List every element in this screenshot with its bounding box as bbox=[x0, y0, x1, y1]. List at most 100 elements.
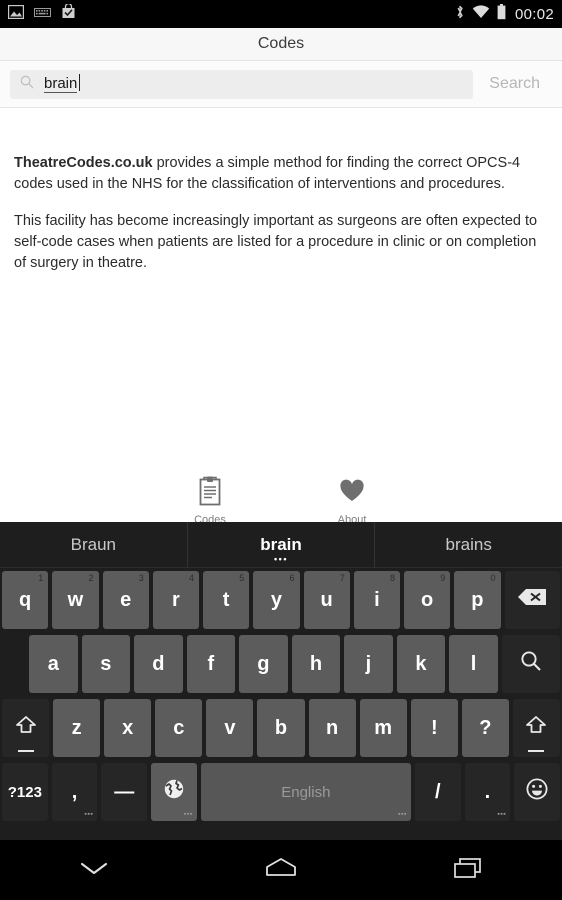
key-q[interactable]: 1q bbox=[2, 571, 49, 629]
key-t[interactable]: 5t bbox=[203, 571, 250, 629]
key-c[interactable]: c bbox=[155, 699, 203, 757]
key-m[interactable]: m bbox=[359, 699, 407, 757]
tab-about[interactable]: About bbox=[320, 476, 384, 526]
key-p[interactable]: 0p bbox=[454, 571, 501, 629]
key-q-label: q bbox=[19, 588, 32, 611]
period-key-label: . bbox=[484, 780, 491, 803]
key-i[interactable]: 8i bbox=[353, 571, 400, 629]
key-b-label: b bbox=[274, 716, 288, 739]
key-j[interactable]: j bbox=[344, 635, 393, 693]
key-v-label: v bbox=[224, 716, 236, 739]
heart-icon bbox=[339, 476, 365, 511]
key-l[interactable]: l bbox=[449, 635, 498, 693]
phone-screen: 00:02 Codes brain Search TheatreCodes.co… bbox=[0, 0, 562, 900]
key-r[interactable]: 4r bbox=[152, 571, 199, 629]
key-x[interactable]: x bbox=[104, 699, 152, 757]
period-key[interactable]: . ▪▪▪ bbox=[464, 763, 511, 821]
suggestion-1-text: brain bbox=[260, 534, 302, 554]
key-i-hint: 8 bbox=[389, 573, 395, 583]
key-e[interactable]: 3e bbox=[102, 571, 149, 629]
tab-codes[interactable]: Codes bbox=[178, 476, 242, 526]
suggestion-expand-dots: ••• bbox=[274, 553, 288, 564]
key-y-label: y bbox=[270, 588, 282, 611]
period-key-subdots: ▪▪▪ bbox=[497, 811, 507, 818]
shift-icon bbox=[525, 715, 547, 741]
keyboard-row-3: z x c v b n m ! ? bbox=[0, 696, 562, 760]
comma-key-subdots: ▪▪▪ bbox=[84, 811, 94, 818]
key-g[interactable]: g bbox=[239, 635, 288, 693]
dash-key[interactable]: — bbox=[101, 763, 148, 821]
hide-keyboard-button[interactable] bbox=[59, 850, 129, 890]
dash-key-label: — bbox=[114, 780, 135, 803]
key-exclamation[interactable]: ! bbox=[410, 699, 458, 757]
shift-key-right[interactable] bbox=[512, 699, 561, 757]
key-r-label: r bbox=[171, 588, 180, 611]
key-a[interactable]: a bbox=[29, 635, 78, 693]
key-w-label: w bbox=[67, 588, 84, 611]
backspace-icon bbox=[517, 588, 547, 612]
key-v[interactable]: v bbox=[206, 699, 254, 757]
key-w[interactable]: 2w bbox=[52, 571, 99, 629]
key-s[interactable]: s bbox=[81, 635, 131, 693]
page-title: Codes bbox=[257, 35, 305, 52]
recents-button[interactable] bbox=[433, 850, 503, 890]
home-button[interactable] bbox=[246, 850, 316, 890]
key-f[interactable]: f bbox=[186, 635, 236, 693]
suggestion-1[interactable]: brain ••• bbox=[186, 521, 375, 568]
shift-icon bbox=[15, 715, 37, 741]
key-b[interactable]: b bbox=[257, 699, 305, 757]
suggestion-2[interactable]: brains bbox=[374, 521, 562, 568]
space-key[interactable]: English ▪▪▪ bbox=[200, 763, 411, 821]
key-f-label: f bbox=[207, 652, 215, 675]
key-q-hint: 1 bbox=[38, 573, 44, 583]
key-u-label: u bbox=[320, 588, 333, 611]
keyboard-row-1: 1q 2w 3e 4r 5t 6y 7u 8i 9o 0p bbox=[0, 568, 562, 632]
key-h[interactable]: h bbox=[291, 635, 341, 693]
key-l-label: l bbox=[470, 652, 477, 675]
chevron-down-icon bbox=[77, 858, 111, 883]
key-a-label: a bbox=[47, 652, 59, 675]
key-exclamation-label: ! bbox=[430, 716, 438, 739]
key-g-label: g bbox=[257, 652, 270, 675]
key-d[interactable]: d bbox=[134, 635, 183, 693]
key-d-label: d bbox=[152, 652, 165, 675]
clipboard-icon bbox=[197, 476, 223, 511]
key-question[interactable]: ? bbox=[461, 699, 509, 757]
comma-key-label: , bbox=[71, 780, 78, 803]
backspace-key[interactable] bbox=[504, 571, 560, 629]
search-bar: brain Search bbox=[0, 61, 562, 108]
key-w-hint: 2 bbox=[88, 573, 94, 583]
bluetooth-icon bbox=[455, 4, 465, 25]
globe-key[interactable]: ▪▪▪ bbox=[151, 763, 197, 821]
symbols-key-label: ?123 bbox=[7, 783, 42, 801]
space-key-subdots: ▪▪▪ bbox=[397, 811, 407, 818]
emoji-key[interactable] bbox=[514, 763, 560, 821]
key-z[interactable]: z bbox=[53, 699, 101, 757]
suggestion-0-text: Braun bbox=[70, 534, 117, 554]
search-key[interactable] bbox=[501, 635, 561, 693]
key-question-label: ? bbox=[479, 716, 492, 739]
key-h-label: h bbox=[309, 652, 323, 675]
key-z-label: z bbox=[71, 716, 82, 739]
suggestion-0[interactable]: Braun bbox=[0, 522, 187, 568]
search-submit-button[interactable]: Search bbox=[473, 75, 552, 93]
search-icon bbox=[520, 650, 542, 678]
key-u[interactable]: 7u bbox=[303, 571, 350, 629]
slash-key-label: / bbox=[434, 780, 441, 803]
key-m-label: m bbox=[374, 716, 393, 739]
symbols-key[interactable]: ?123 bbox=[2, 763, 48, 821]
slash-key[interactable]: / bbox=[414, 763, 461, 821]
key-n[interactable]: n bbox=[308, 699, 356, 757]
shift-key-left[interactable] bbox=[2, 699, 50, 757]
key-o[interactable]: 9o bbox=[404, 571, 451, 629]
key-j-label: j bbox=[365, 652, 372, 675]
keyboard-row-4: ?123 , ▪▪▪ — ▪▪▪ English ▪▪▪ / . ▪▪▪ bbox=[0, 760, 562, 824]
key-y[interactable]: 6y bbox=[253, 571, 300, 629]
key-i-label: i bbox=[374, 588, 380, 611]
search-input[interactable]: brain bbox=[10, 69, 474, 99]
comma-key[interactable]: , ▪▪▪ bbox=[51, 763, 98, 821]
image-icon bbox=[7, 4, 25, 24]
shift-indicator-line bbox=[528, 750, 545, 752]
keyboard-row-2: a s d f g h j k l bbox=[0, 632, 562, 696]
key-k[interactable]: k bbox=[396, 635, 446, 693]
